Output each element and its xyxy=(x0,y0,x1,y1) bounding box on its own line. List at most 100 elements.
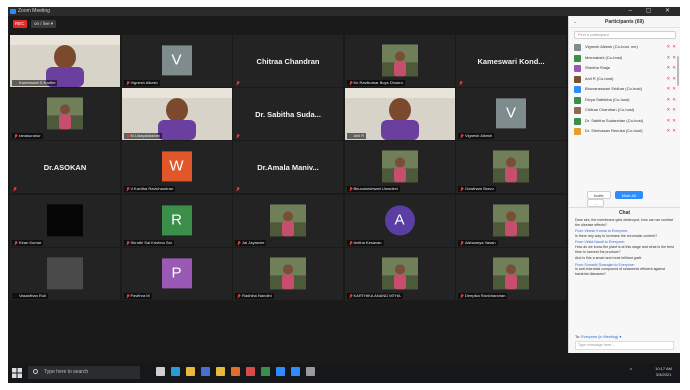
participant-row[interactable]: Meenakshi (Co-host) ✕ ✕ xyxy=(569,53,680,64)
clock[interactable]: 10:17 AM 3/3/2021 xyxy=(655,366,672,378)
participant-row[interactable]: Dr. Sabitha Sudarshan (Co-host) ✕ ✕ xyxy=(569,116,680,127)
participant-search-input[interactable]: Find a participant xyxy=(574,31,676,39)
participant-row-icons: ✕ ✕ xyxy=(666,105,676,116)
participant-name: Shruthi Sai Krishna Sai xyxy=(130,239,172,245)
meeting-status-pill[interactable]: on / live ▾ xyxy=(31,20,57,28)
mic-muted-icon xyxy=(349,240,353,245)
participant-tile[interactable]: Chitraa Chandran xyxy=(233,35,343,87)
mic-muted-icon[interactable]: ✕ xyxy=(666,118,670,123)
participant-tile[interactable]: Kameswari Kond... xyxy=(456,35,566,87)
participant-tile[interactable]: KARTHIKA ANAND MTHA xyxy=(344,247,455,300)
chat-title: Chat xyxy=(618,210,631,216)
participant-tile[interactable]: ranasuranur xyxy=(10,88,120,141)
participant-tile[interactable]: Deepika Ravichandran xyxy=(456,247,566,300)
participant-tile[interactable]: V Vignesh Alkesh xyxy=(456,88,566,141)
avatar: R xyxy=(161,204,192,235)
participant-tile[interactable]: R Shruthi Sai Krishna Sai xyxy=(121,194,232,247)
mic-muted-icon[interactable]: ✕ xyxy=(666,86,670,91)
participant-tile[interactable]: M.Udayalakshmi xyxy=(121,88,232,141)
participant-tile[interactable]: Kn Ravikumar Boys Dhubro xyxy=(344,35,455,87)
participant-tile[interactable]: Kameswari S Karthe xyxy=(10,35,120,87)
participant-row-icons: ✕ ✕ xyxy=(666,74,676,85)
chat-text: And is this a smart and most brilliant g… xyxy=(575,256,642,261)
video-off-icon[interactable]: ✕ xyxy=(672,97,676,102)
participant-tile[interactable]: Aishwarya Vasan xyxy=(456,194,566,247)
participant-scrollbar[interactable] xyxy=(677,56,679,86)
video-off-icon[interactable]: ✕ xyxy=(672,65,676,70)
chat-recipient[interactable]: To: Everyone (in Meeting) ▾ xyxy=(575,334,621,339)
mic-muted-icon[interactable]: ✕ xyxy=(666,55,670,60)
mic-muted-icon[interactable]: ✕ xyxy=(666,44,670,49)
window-controls[interactable]: – ▢ ✕ xyxy=(629,7,676,16)
chat-to-label: To: xyxy=(575,335,581,339)
edge-icon[interactable] xyxy=(171,367,180,376)
participant-tile[interactable]: Dr. Sabitha Suda... xyxy=(233,88,343,141)
participant-name-label: Deepika Ravichandran xyxy=(458,292,508,299)
participant-row[interactable]: Chitraa Chandran (Co-host) ✕ ✕ xyxy=(569,105,680,116)
participant-name: Anitha Kesavan xyxy=(353,239,382,245)
participant-tile[interactable]: Bhuvaneshwari Umadevi xyxy=(344,141,455,194)
chat-text: Dear sirs, the membrane gets destroyed, … xyxy=(575,218,673,227)
video-off-icon[interactable]: ✕ xyxy=(672,107,676,112)
mic-muted-icon xyxy=(13,187,17,191)
participant-row[interactable]: Bhuvaneswari Sridhar (Co-host) ✕ ✕ xyxy=(569,84,680,95)
invite-button[interactable]: Invite xyxy=(587,191,611,199)
video-off-icon[interactable]: ✕ xyxy=(672,44,676,49)
chat-message-input[interactable]: Type message here... xyxy=(575,341,674,350)
participant-tile[interactable]: Anil R xyxy=(344,88,455,141)
mute-all-button[interactable]: Mute All xyxy=(614,191,643,199)
participant-row[interactable]: Vignesh Alkesh (Co-host, me) ✕ ✕ xyxy=(569,42,680,53)
zoom-icon[interactable] xyxy=(291,367,300,376)
mic-muted-icon xyxy=(459,81,463,85)
participant-tile[interactable]: P Pavithra M xyxy=(121,247,232,300)
video-off-icon[interactable]: ✕ xyxy=(672,128,676,133)
recording-badge[interactable]: REC xyxy=(13,20,27,28)
file-explorer-icon[interactable] xyxy=(186,367,195,376)
participant-tile[interactable]: Radhiha Nandini xyxy=(233,247,343,300)
participant-row[interactable]: Divya Sathikha (Co-host) ✕ ✕ xyxy=(569,95,680,106)
participant-tile[interactable]: Vasanthan Ruil xyxy=(10,247,120,300)
participant-tile[interactable]: V Vignesh Alkesh xyxy=(121,35,232,87)
video-off-icon[interactable]: ✕ xyxy=(672,118,676,123)
participant-tile[interactable]: W V.Kavitha Ravichandran xyxy=(121,141,232,194)
chat-messages: Dear sirs, the membrane gets destroyed, … xyxy=(569,218,680,277)
chat-message: From Vinita Nandi to Everyone: How do we … xyxy=(569,240,680,254)
mic-muted-icon[interactable]: ✕ xyxy=(666,107,670,112)
mic-muted-icon[interactable]: ✕ xyxy=(666,65,670,70)
settings-icon[interactable] xyxy=(306,367,315,376)
participant-tile[interactable]: Dr.ASOKAN xyxy=(10,141,120,194)
chrome-icon[interactable] xyxy=(216,367,225,376)
participant-row[interactable]: Sheeba Shaje ✕ ✕ xyxy=(569,63,680,74)
participant-tile[interactable]: Jai Jayasree xyxy=(233,194,343,247)
participant-row[interactable]: Dr. Srinivasan Renuka (Co-host) ✕ ✕ xyxy=(569,126,680,137)
media-icon[interactable] xyxy=(246,367,255,376)
collapse-icon[interactable]: ⌄ xyxy=(573,19,577,25)
participant-tile[interactable]: Gowtham Bravo xyxy=(456,141,566,194)
chat-recipient-select[interactable]: Everyone (in Meeting) ▾ xyxy=(581,335,621,339)
video-off-icon[interactable]: ✕ xyxy=(672,76,676,81)
participant-actions: Invite Mute All... xyxy=(587,191,667,207)
more-button[interactable]: ... xyxy=(587,199,605,207)
windows-start-icon[interactable] xyxy=(12,368,22,378)
video-off-icon[interactable]: ✕ xyxy=(672,55,676,60)
chat-panel: Chat Dear sirs, the membrane gets destro… xyxy=(569,207,680,353)
participant-name-label: Kn Ravikumar Boys Dhubro xyxy=(346,80,405,86)
profile-picture xyxy=(381,44,418,77)
store-icon[interactable] xyxy=(201,367,210,376)
mic-muted-icon[interactable]: ✕ xyxy=(666,97,670,102)
photos-icon[interactable] xyxy=(261,367,270,376)
participant-tile[interactable]: Dr.Amala Maniv... xyxy=(233,141,343,194)
mail-icon[interactable] xyxy=(276,367,285,376)
mic-muted-icon[interactable]: ✕ xyxy=(666,76,670,81)
task-view-icon[interactable] xyxy=(156,367,165,376)
avatar: A xyxy=(384,204,415,235)
participant-row[interactable]: Anil R (Co-host) ✕ ✕ xyxy=(569,74,680,85)
participant-name-label: Jai Jayasree xyxy=(235,239,267,246)
taskbar-search-input[interactable]: Type here to search xyxy=(28,366,140,379)
participant-tile[interactable]: A Anitha Kesavan xyxy=(344,194,455,247)
participant-tile[interactable]: Kiran Kumar xyxy=(10,194,120,247)
video-off-icon[interactable]: ✕ xyxy=(672,86,676,91)
tray-expand-icon[interactable]: ^ xyxy=(630,368,632,374)
firefox-icon[interactable] xyxy=(231,367,240,376)
mic-muted-icon[interactable]: ✕ xyxy=(666,128,670,133)
